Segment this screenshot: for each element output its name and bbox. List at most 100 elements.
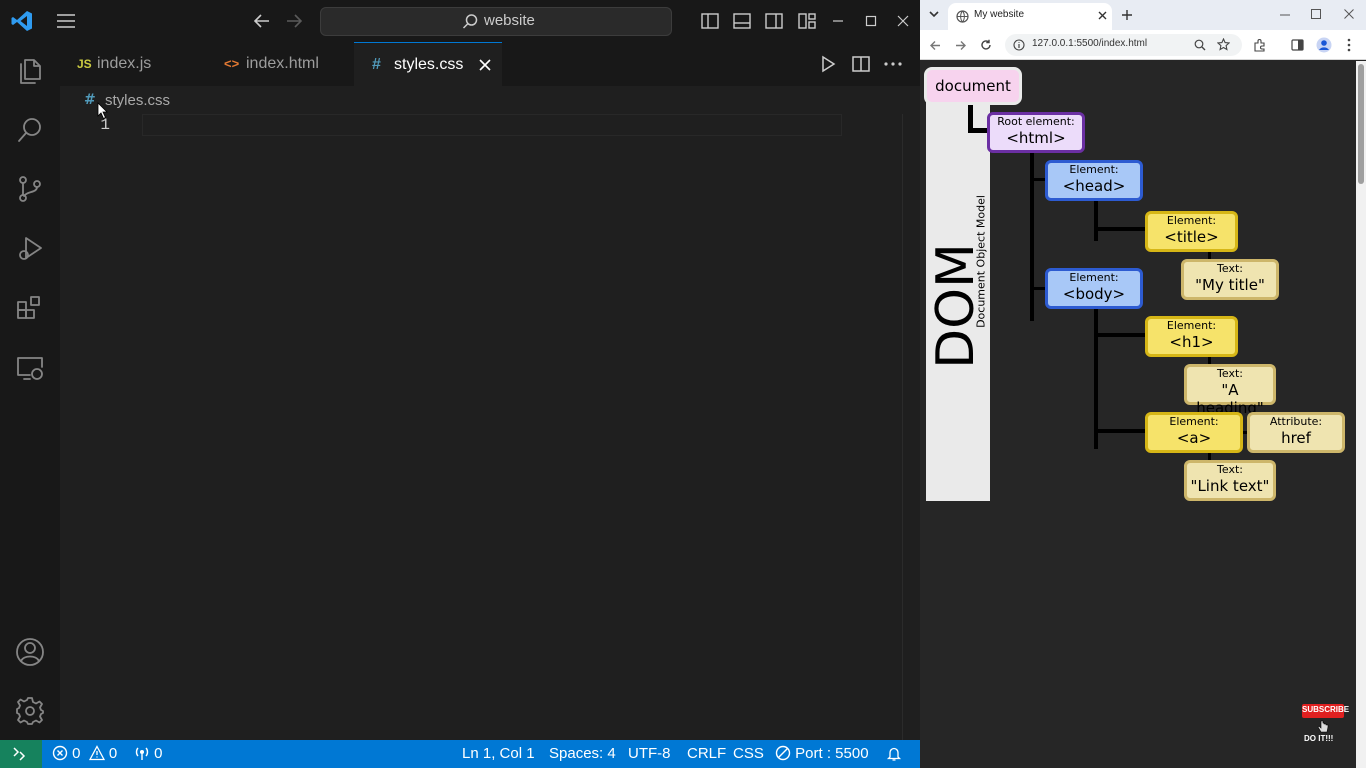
split-editor-icon[interactable] xyxy=(851,55,871,73)
encoding[interactable]: UTF-8 xyxy=(628,740,671,768)
search-text: website xyxy=(484,12,535,29)
side-panel-icon[interactable] xyxy=(1291,39,1304,51)
run-debug-icon[interactable] xyxy=(15,233,45,263)
tab-index-html[interactable]: <> index.html xyxy=(208,42,354,86)
vscode-window: website JS index.js <> index.html # styl… xyxy=(0,0,920,768)
ports-indicator[interactable]: 0 xyxy=(134,740,163,768)
maximize-icon[interactable] xyxy=(865,15,877,27)
extensions-puzzle-icon[interactable] xyxy=(1253,38,1267,52)
indentation[interactable]: Spaces: 4 xyxy=(549,740,616,768)
dom-node-h1-text: Text: "A heading" xyxy=(1184,364,1276,417)
do-it-text: DO IT!!! xyxy=(1304,734,1334,743)
search-icon[interactable] xyxy=(15,115,45,145)
forward-arrow-icon[interactable] xyxy=(284,11,304,31)
problems-indicator[interactable]: 0 0 xyxy=(52,740,117,768)
dom-node-a-text: Text: "Link text" xyxy=(1184,460,1276,501)
scrollbar-thumb[interactable] xyxy=(1358,64,1364,184)
scrollbar-track[interactable] xyxy=(902,114,903,740)
dom-node-attribute: Attribute: href xyxy=(1247,412,1345,453)
source-control-icon[interactable] xyxy=(15,174,45,204)
menu-icon[interactable] xyxy=(55,11,77,31)
extensions-icon[interactable] xyxy=(15,293,45,323)
status-bar: 0 0 0 Ln 1, Col 1 Spaces: 4 UTF-8 CRLF C… xyxy=(0,740,920,768)
more-actions-icon[interactable] xyxy=(883,60,903,68)
tab-search-button[interactable] xyxy=(925,5,943,23)
close-tab-icon[interactable] xyxy=(1098,11,1107,20)
connector xyxy=(1094,429,1148,433)
remote-explorer-icon[interactable] xyxy=(15,353,45,383)
connector xyxy=(1094,306,1098,449)
browser-back-icon[interactable] xyxy=(929,40,941,51)
browser-tab[interactable]: My website xyxy=(948,3,1112,30)
browser-tab-title: My website xyxy=(974,9,1025,20)
html-file-icon: <> xyxy=(224,56,240,71)
port-label: Port : 5500 xyxy=(795,745,869,762)
profile-avatar-icon[interactable] xyxy=(1316,37,1332,53)
globe-icon xyxy=(956,10,969,23)
cursor-position[interactable]: Ln 1, Col 1 xyxy=(462,740,535,768)
dom-node-title: Element: <title> xyxy=(1145,211,1238,252)
editor-tab-bar: JS index.js <> index.html # styles.css xyxy=(60,42,920,86)
tab-index-js[interactable]: JS index.js xyxy=(60,42,208,86)
explorer-icon[interactable] xyxy=(15,56,45,86)
bookmark-star-icon[interactable] xyxy=(1217,38,1230,51)
page-scrollbar[interactable] xyxy=(1356,61,1366,768)
close-tab-icon[interactable] xyxy=(479,59,491,71)
browser-maximize-icon[interactable] xyxy=(1311,9,1321,19)
subscribe-badge: SUBSCRIBE xyxy=(1302,704,1349,718)
no-entry-icon xyxy=(775,745,791,761)
end-of-line[interactable]: CRLF xyxy=(687,740,726,768)
error-icon xyxy=(52,745,68,761)
broadcast-icon xyxy=(135,747,149,760)
dom-node-body: Element: <body> xyxy=(1045,268,1143,309)
browser-close-icon[interactable] xyxy=(1344,9,1354,19)
browser-forward-icon[interactable] xyxy=(955,40,967,51)
url-text: 127.0.0.1:5500/index.html xyxy=(1032,38,1148,49)
dom-node-h1: Element: <h1> xyxy=(1145,316,1238,357)
dom-node-html: Root element: <html> xyxy=(987,112,1085,153)
vscode-logo-icon xyxy=(11,11,32,31)
connector xyxy=(1094,199,1098,241)
error-count: 0 xyxy=(72,745,81,762)
titlebar: website xyxy=(0,0,920,42)
back-arrow-icon[interactable] xyxy=(252,11,272,31)
dom-subtitle: Document Object Model xyxy=(974,195,988,328)
accounts-icon[interactable] xyxy=(14,636,46,668)
toggle-primary-sidebar-icon[interactable] xyxy=(700,11,720,31)
breadcrumb[interactable]: styles.css xyxy=(105,92,170,109)
minimize-icon[interactable] xyxy=(832,16,844,26)
hand-cursor-icon xyxy=(1317,720,1329,733)
reload-icon[interactable] xyxy=(980,39,992,51)
language-mode[interactable]: CSS xyxy=(733,740,764,768)
js-file-icon: JS xyxy=(77,57,92,71)
connector xyxy=(1094,227,1148,231)
connector xyxy=(1094,333,1148,337)
customize-layout-icon[interactable] xyxy=(797,11,817,31)
command-center-search[interactable]: website xyxy=(320,7,672,36)
browser-menu-icon[interactable] xyxy=(1347,38,1351,52)
new-tab-icon[interactable] xyxy=(1121,9,1133,21)
breadcrumb-css-icon: # xyxy=(84,92,96,108)
live-server-port[interactable]: Port : 5500 xyxy=(775,740,869,768)
toggle-secondary-sidebar-icon[interactable] xyxy=(764,11,784,31)
notifications-bell-icon[interactable] xyxy=(886,746,902,762)
address-bar[interactable]: 127.0.0.1:5500/index.html xyxy=(1005,34,1242,56)
browser-tab-strip: My website xyxy=(920,0,1366,30)
dom-node-title-text: Text: "My title" xyxy=(1181,259,1279,300)
dom-node-document: document xyxy=(924,67,1022,105)
warning-count: 0 xyxy=(108,745,118,762)
browser-window: My website 127.0.0.1:5500/index.html DOM… xyxy=(920,0,1366,768)
toggle-panel-icon[interactable] xyxy=(732,11,752,31)
current-line-highlight[interactable] xyxy=(142,114,842,136)
zoom-icon[interactable] xyxy=(1194,39,1206,51)
editor-area[interactable]: # styles.css 1 xyxy=(60,86,920,740)
browser-minimize-icon[interactable] xyxy=(1280,13,1290,17)
tab-label: index.js xyxy=(97,55,152,72)
close-window-icon[interactable] xyxy=(897,15,909,27)
run-icon[interactable] xyxy=(820,55,836,73)
dom-node-head: Element: <head> xyxy=(1045,160,1143,201)
remote-indicator[interactable] xyxy=(0,740,42,768)
settings-gear-icon[interactable] xyxy=(14,695,46,727)
tab-styles-css[interactable]: # styles.css xyxy=(354,42,502,86)
warning-icon xyxy=(88,745,105,761)
